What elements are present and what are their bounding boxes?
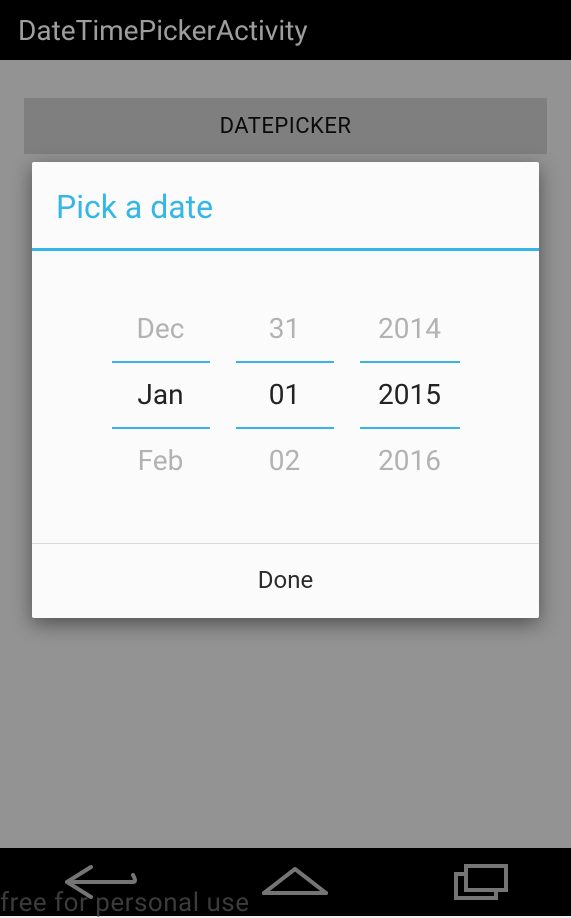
spinner-divider [360, 361, 460, 363]
spinner-divider [112, 361, 210, 363]
day-prev[interactable]: 31 [236, 307, 334, 351]
date-picker-dialog: Pick a date Dec Jan Feb 31 01 02 2014 20… [32, 162, 539, 618]
spinner-divider [236, 361, 334, 363]
month-spinner[interactable]: Dec Jan Feb [112, 307, 210, 483]
year-prev[interactable]: 2014 [360, 307, 460, 351]
done-button[interactable]: Done [32, 544, 539, 618]
day-next[interactable]: 02 [236, 439, 334, 483]
month-prev[interactable]: Dec [112, 307, 210, 351]
year-next[interactable]: 2016 [360, 439, 460, 483]
date-picker-spinners: Dec Jan Feb 31 01 02 2014 2015 2016 [32, 251, 539, 543]
spinner-divider [236, 427, 334, 429]
day-spinner[interactable]: 31 01 02 [236, 307, 334, 483]
year-current[interactable]: 2015 [360, 373, 460, 417]
month-next[interactable]: Feb [112, 439, 210, 483]
spinner-divider [112, 427, 210, 429]
month-current[interactable]: Jan [112, 373, 210, 417]
year-spinner[interactable]: 2014 2015 2016 [360, 307, 460, 483]
day-current[interactable]: 01 [236, 373, 334, 417]
spinner-divider [360, 427, 460, 429]
dialog-title: Pick a date [32, 162, 539, 248]
